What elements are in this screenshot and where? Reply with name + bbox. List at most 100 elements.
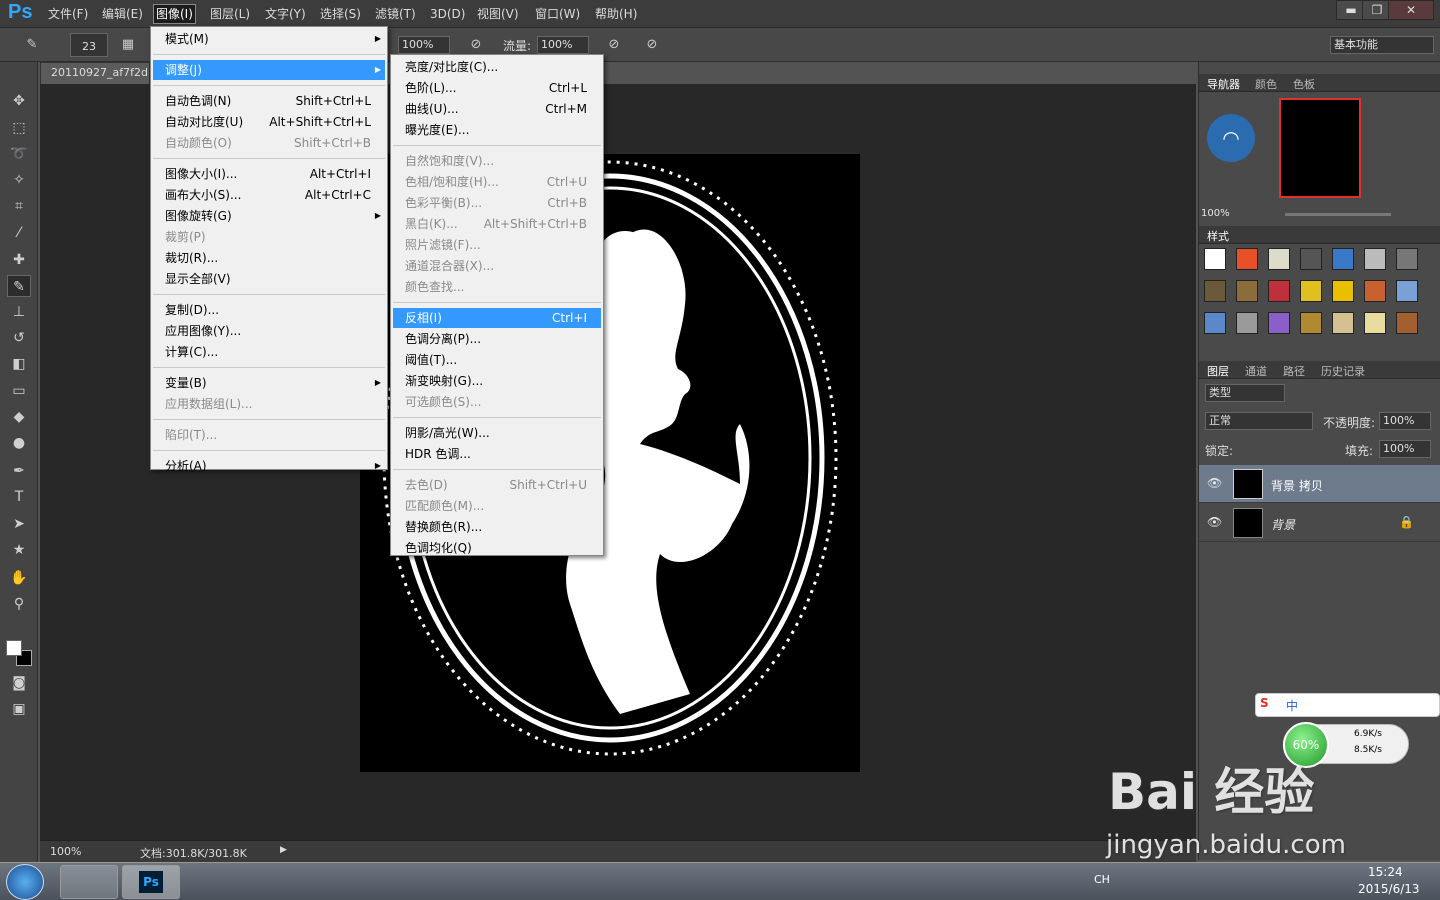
menu-view[interactable]: 视图(V) xyxy=(475,5,521,23)
menu-item[interactable]: 调整(J) ▶ xyxy=(153,60,385,80)
layer-name[interactable]: 背景 xyxy=(1271,516,1295,533)
style-swatch[interactable] xyxy=(1236,312,1258,334)
menu-item[interactable]: 计算(C)... xyxy=(153,342,385,362)
document-tab[interactable]: 20110927_af7f2d xyxy=(40,62,150,84)
menu-item[interactable]: 裁切(R)... xyxy=(153,248,385,268)
menu-item[interactable]: 色调均化(Q) xyxy=(393,538,601,558)
style-swatch[interactable] xyxy=(1332,312,1354,334)
opacity-field[interactable]: 100% xyxy=(398,36,450,54)
menu-item[interactable]: 复制(D)... xyxy=(153,300,385,320)
input-language[interactable]: CH xyxy=(1094,873,1110,886)
tab-swatches[interactable]: 色板 xyxy=(1293,76,1315,92)
menu-item[interactable]: 应用图像(Y)... xyxy=(153,321,385,341)
menu-item[interactable]: 色阶(L)... Ctrl+L xyxy=(393,78,601,98)
start-button[interactable] xyxy=(6,864,44,900)
menu-item[interactable]: 曝光度(E)... xyxy=(393,120,601,140)
menu-file[interactable]: 文件(F) xyxy=(46,5,90,23)
airbrush-icon[interactable]: ⊘ xyxy=(604,36,624,54)
menu-item[interactable]: 变量(B) ▶ xyxy=(153,373,385,393)
menu-edit[interactable]: 编辑(E) xyxy=(100,5,145,23)
style-swatch[interactable] xyxy=(1396,312,1418,334)
layer-filter-select[interactable]: 类型 xyxy=(1205,384,1285,402)
crop-tool-icon[interactable]: ⌗ xyxy=(7,195,31,217)
style-swatch[interactable] xyxy=(1268,280,1290,302)
menu-window[interactable]: 窗口(W) xyxy=(533,5,582,23)
magic-wand-icon[interactable]: ✧ xyxy=(7,169,31,191)
eye-icon[interactable]: 👁 xyxy=(1207,476,1222,490)
clock-time[interactable]: 15:24 xyxy=(1368,865,1403,879)
navigator-zoom-slider[interactable] xyxy=(1285,213,1391,216)
menu-item[interactable]: 阈值(T)... xyxy=(393,350,601,370)
tab-layers[interactable]: 图层 xyxy=(1207,363,1229,379)
layer-name[interactable]: 背景 拷贝 xyxy=(1271,477,1323,494)
layer-row-background[interactable]: 👁 背景 🔒 xyxy=(1199,504,1440,542)
menu-item[interactable]: 自动对比度(U) Alt+Shift+Ctrl+L xyxy=(153,112,385,132)
zoom-tool-icon[interactable]: ⚲ xyxy=(7,593,31,615)
style-swatch[interactable] xyxy=(1396,248,1418,270)
tab-channels[interactable]: 通道 xyxy=(1245,363,1267,379)
style-swatch[interactable] xyxy=(1300,280,1322,302)
move-tool-icon[interactable]: ✥ xyxy=(7,90,31,112)
menu-item[interactable]: 渐变映射(G)... xyxy=(393,371,601,391)
menu-item[interactable]: 反相(I) Ctrl+I xyxy=(393,308,601,328)
taskbar-app-photoshop[interactable]: Ps xyxy=(122,865,180,899)
hand-tool-icon[interactable]: ✋ xyxy=(7,567,31,589)
style-swatch[interactable] xyxy=(1332,280,1354,302)
marquee-tool-icon[interactable]: ⬚ xyxy=(7,117,31,139)
style-swatch[interactable] xyxy=(1396,280,1418,302)
navigator-zoom[interactable]: 100% xyxy=(1201,208,1230,219)
tab-color[interactable]: 颜色 xyxy=(1255,76,1277,92)
layer-row-background-copy[interactable]: 👁 背景 拷贝 xyxy=(1199,465,1440,503)
tab-navigator[interactable]: 导航器 xyxy=(1207,76,1240,92)
pressure-size-icon[interactable]: ⊘ xyxy=(642,36,662,54)
type-tool-icon[interactable]: T xyxy=(7,486,31,508)
healing-brush-icon[interactable]: ✚ xyxy=(7,249,31,271)
tab-styles[interactable]: 样式 xyxy=(1207,228,1229,244)
brush-size-picker[interactable]: 23 xyxy=(70,33,108,57)
history-brush-icon[interactable]: ↺ xyxy=(7,327,31,349)
style-swatch[interactable] xyxy=(1300,312,1322,334)
menu-help[interactable]: 帮助(H) xyxy=(593,5,639,23)
menu-item[interactable]: 阴影/高光(W)... xyxy=(393,423,601,443)
menu-item[interactable]: 图像旋转(G) ▶ xyxy=(153,206,385,226)
quick-mask-icon[interactable]: ◙ xyxy=(7,672,31,694)
ime-toolbar[interactable]: S 中 xyxy=(1255,693,1440,717)
style-swatch[interactable] xyxy=(1364,248,1386,270)
menu-item[interactable]: 显示全部(V) xyxy=(153,269,385,289)
blur-tool-icon[interactable]: ◆ xyxy=(7,406,31,428)
style-swatch[interactable] xyxy=(1204,280,1226,302)
navigator-thumbnail[interactable] xyxy=(1279,98,1361,198)
menu-select[interactable]: 选择(S) xyxy=(318,5,363,23)
tab-paths[interactable]: 路径 xyxy=(1283,363,1305,379)
menu-item[interactable]: 替换颜色(R)... xyxy=(393,517,601,537)
lasso-tool-icon[interactable]: ➰ xyxy=(7,143,31,165)
eye-icon[interactable]: 👁 xyxy=(1207,515,1222,529)
blend-mode-select[interactable]: 正常 xyxy=(1205,412,1313,430)
style-swatch[interactable] xyxy=(1364,280,1386,302)
zoom-level[interactable]: 100% xyxy=(50,845,81,858)
clock-date[interactable]: 2015/6/13 xyxy=(1358,882,1420,896)
style-swatch[interactable] xyxy=(1268,248,1290,270)
tab-history[interactable]: 历史记录 xyxy=(1321,363,1365,379)
dodge-tool-icon[interactable]: ● xyxy=(7,432,31,454)
brush-tool-icon[interactable]: ✎ xyxy=(22,36,42,54)
screen-mode-icon[interactable]: ▣ xyxy=(7,698,31,720)
eyedropper-icon[interactable]: ⁄ xyxy=(7,222,31,244)
menu-layer[interactable]: 图层(L) xyxy=(208,5,252,23)
menu-filter[interactable]: 滤镜(T) xyxy=(373,5,418,23)
style-swatch[interactable] xyxy=(1300,248,1322,270)
menu-item[interactable]: 自动色调(N) Shift+Ctrl+L xyxy=(153,91,385,111)
menu-item[interactable]: 画布大小(S)... Alt+Ctrl+C xyxy=(153,185,385,205)
menu-3d[interactable]: 3D(D) xyxy=(428,5,467,23)
workspace-select[interactable]: 基本功能 xyxy=(1330,36,1434,54)
gradient-tool-icon[interactable]: ▭ xyxy=(7,380,31,402)
menu-item[interactable]: 亮度/对比度(C)... xyxy=(393,57,601,77)
taskbar-app-browser[interactable] xyxy=(60,865,118,899)
status-arrow-icon[interactable]: ▶ xyxy=(280,845,287,855)
stamp-tool-icon[interactable]: ⊥ xyxy=(7,301,31,323)
style-swatch[interactable] xyxy=(1236,280,1258,302)
menu-image[interactable]: 图像(I) xyxy=(153,4,196,24)
menu-item[interactable]: 模式(M) ▶ xyxy=(153,29,385,49)
foreground-color-swatch[interactable] xyxy=(6,640,22,656)
shape-tool-icon[interactable]: ★ xyxy=(7,539,31,561)
